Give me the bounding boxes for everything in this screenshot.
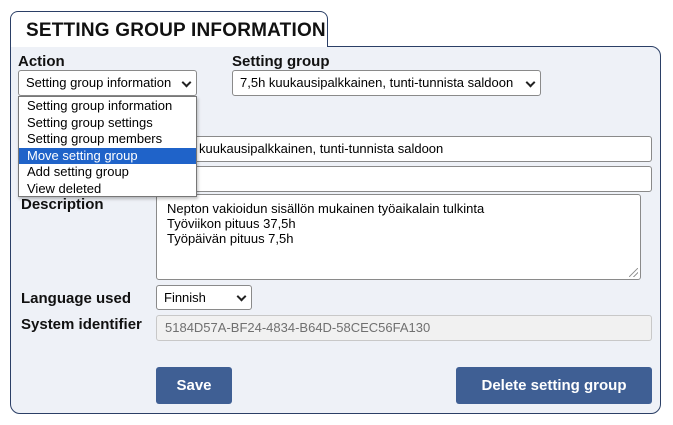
secondary-input[interactable]: [156, 166, 652, 192]
description-line: Työviikon pituus 37,5h: [167, 216, 296, 231]
action-dropdown-list: Setting group information Setting group …: [18, 96, 197, 197]
chevron-down-icon: [236, 291, 247, 302]
action-select[interactable]: Setting group information: [18, 70, 197, 96]
system-identifier-label: System identifier: [21, 316, 142, 333]
language-select-value: Finnish: [164, 290, 206, 305]
dropdown-option-setting-group-settings[interactable]: Setting group settings: [19, 115, 196, 132]
setting-group-label: Setting group: [232, 53, 330, 70]
description-textarea[interactable]: Nepton vakioidun sisällön mukainen työai…: [156, 194, 641, 280]
save-button[interactable]: Save: [156, 367, 232, 404]
system-identifier-value: 5184D57A-BF24-4834-B64D-58CEC56FA130: [165, 320, 431, 335]
language-label: Language used: [21, 290, 132, 307]
name-input-value: kuukausipalkkainen, tunti-tunnista saldo…: [199, 141, 444, 156]
description-line: Työpäivän pituus 7,5h: [167, 231, 294, 246]
system-identifier-field: 5184D57A-BF24-4834-B64D-58CEC56FA130: [156, 315, 652, 341]
name-input[interactable]: kuukausipalkkainen, tunti-tunnista saldo…: [156, 136, 652, 162]
dropdown-option-move-setting-group[interactable]: Move setting group: [19, 147, 196, 164]
chevron-down-icon: [525, 77, 536, 88]
description-line: Nepton vakioidun sisällön mukainen työai…: [167, 201, 485, 216]
dropdown-option-setting-group-information[interactable]: Setting group information: [19, 98, 196, 115]
action-select-value: Setting group information: [26, 75, 172, 90]
description-label: Description: [21, 196, 104, 213]
setting-group-select[interactable]: 7,5h kuukausipalkkainen, tunti-tunnista …: [232, 70, 541, 96]
resize-handle-icon[interactable]: [629, 268, 638, 277]
dropdown-option-add-setting-group[interactable]: Add setting group: [19, 164, 196, 181]
delete-setting-group-button[interactable]: Delete setting group: [456, 367, 652, 404]
action-label: Action: [18, 53, 65, 70]
dropdown-option-view-deleted[interactable]: View deleted: [19, 181, 196, 198]
setting-group-select-value: 7,5h kuukausipalkkainen, tunti-tunnista …: [240, 75, 514, 90]
language-select[interactable]: Finnish: [156, 285, 252, 310]
chevron-down-icon: [181, 77, 192, 88]
page-title: SETTING GROUP INFORMATION: [26, 20, 326, 41]
panel-tab: SETTING GROUP INFORMATION: [10, 11, 328, 47]
dropdown-option-setting-group-members[interactable]: Setting group members: [19, 131, 196, 148]
